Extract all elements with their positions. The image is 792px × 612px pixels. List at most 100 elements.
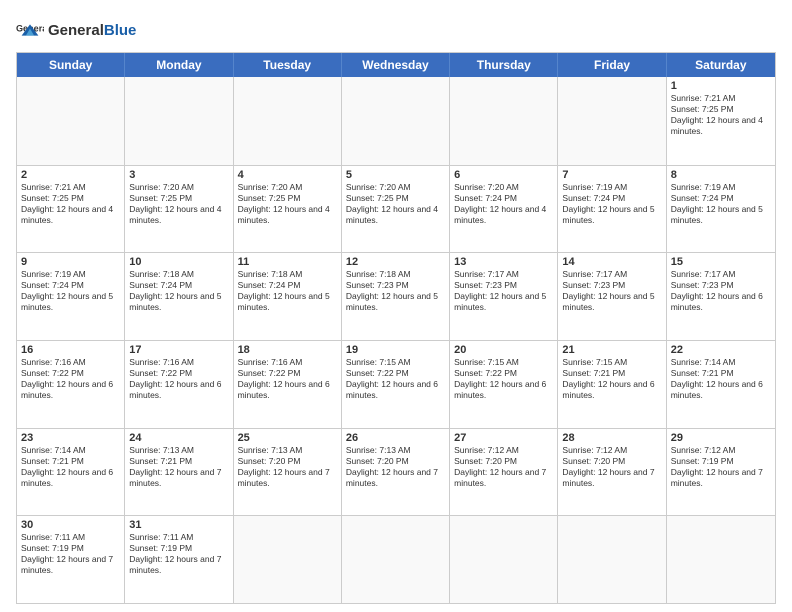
calendar-cell-8: 8Sunrise: 7:19 AM Sunset: 7:24 PM Daylig… [667, 166, 775, 253]
day-info: Sunrise: 7:16 AM Sunset: 7:22 PM Dayligh… [21, 357, 120, 401]
day-number: 6 [454, 169, 553, 181]
page: General GeneralBlue SundayMondayTuesdayW… [0, 0, 792, 612]
day-number: 15 [671, 256, 771, 268]
day-info: Sunrise: 7:12 AM Sunset: 7:20 PM Dayligh… [454, 445, 553, 489]
day-info: Sunrise: 7:11 AM Sunset: 7:19 PM Dayligh… [21, 532, 120, 576]
calendar-header: SundayMondayTuesdayWednesdayThursdayFrid… [17, 53, 775, 77]
day-info: Sunrise: 7:15 AM Sunset: 7:21 PM Dayligh… [562, 357, 661, 401]
calendar-cell-4: 4Sunrise: 7:20 AM Sunset: 7:25 PM Daylig… [234, 166, 342, 253]
logo-icon: General [16, 16, 44, 44]
calendar-row-1: 1Sunrise: 7:21 AM Sunset: 7:25 PM Daylig… [17, 77, 775, 165]
day-number: 31 [129, 519, 228, 531]
calendar-cell-2: 2Sunrise: 7:21 AM Sunset: 7:25 PM Daylig… [17, 166, 125, 253]
day-info: Sunrise: 7:19 AM Sunset: 7:24 PM Dayligh… [562, 182, 661, 226]
day-info: Sunrise: 7:13 AM Sunset: 7:20 PM Dayligh… [346, 445, 445, 489]
day-info: Sunrise: 7:12 AM Sunset: 7:20 PM Dayligh… [562, 445, 661, 489]
day-number: 23 [21, 432, 120, 444]
day-number: 2 [21, 169, 120, 181]
day-info: Sunrise: 7:15 AM Sunset: 7:22 PM Dayligh… [346, 357, 445, 401]
day-info: Sunrise: 7:21 AM Sunset: 7:25 PM Dayligh… [671, 93, 771, 137]
logo: General GeneralBlue [16, 16, 136, 44]
day-number: 21 [562, 344, 661, 356]
day-info: Sunrise: 7:20 AM Sunset: 7:24 PM Dayligh… [454, 182, 553, 226]
day-number: 24 [129, 432, 228, 444]
day-info: Sunrise: 7:14 AM Sunset: 7:21 PM Dayligh… [671, 357, 771, 401]
calendar-cell-12: 12Sunrise: 7:18 AM Sunset: 7:23 PM Dayli… [342, 253, 450, 340]
day-info: Sunrise: 7:17 AM Sunset: 7:23 PM Dayligh… [562, 269, 661, 313]
day-number: 7 [562, 169, 661, 181]
calendar-cell-17: 17Sunrise: 7:16 AM Sunset: 7:22 PM Dayli… [125, 341, 233, 428]
day-info: Sunrise: 7:12 AM Sunset: 7:19 PM Dayligh… [671, 445, 771, 489]
calendar-cell-16: 16Sunrise: 7:16 AM Sunset: 7:22 PM Dayli… [17, 341, 125, 428]
calendar-cell-empty [342, 516, 450, 603]
calendar-cell-25: 25Sunrise: 7:13 AM Sunset: 7:20 PM Dayli… [234, 429, 342, 516]
calendar-cell-empty [17, 77, 125, 165]
day-info: Sunrise: 7:19 AM Sunset: 7:24 PM Dayligh… [21, 269, 120, 313]
calendar-cell-7: 7Sunrise: 7:19 AM Sunset: 7:24 PM Daylig… [558, 166, 666, 253]
calendar-cell-empty [234, 77, 342, 165]
day-number: 8 [671, 169, 771, 181]
day-number: 4 [238, 169, 337, 181]
calendar-cell-29: 29Sunrise: 7:12 AM Sunset: 7:19 PM Dayli… [667, 429, 775, 516]
calendar-cell-empty [450, 516, 558, 603]
calendar-cell-3: 3Sunrise: 7:20 AM Sunset: 7:25 PM Daylig… [125, 166, 233, 253]
day-number: 20 [454, 344, 553, 356]
day-number: 11 [238, 256, 337, 268]
day-number: 22 [671, 344, 771, 356]
day-number: 3 [129, 169, 228, 181]
day-number: 27 [454, 432, 553, 444]
calendar-cell-9: 9Sunrise: 7:19 AM Sunset: 7:24 PM Daylig… [17, 253, 125, 340]
calendar-cell-23: 23Sunrise: 7:14 AM Sunset: 7:21 PM Dayli… [17, 429, 125, 516]
day-info: Sunrise: 7:17 AM Sunset: 7:23 PM Dayligh… [671, 269, 771, 313]
calendar-cell-1: 1Sunrise: 7:21 AM Sunset: 7:25 PM Daylig… [667, 77, 775, 165]
calendar-cell-11: 11Sunrise: 7:18 AM Sunset: 7:24 PM Dayli… [234, 253, 342, 340]
day-number: 17 [129, 344, 228, 356]
day-info: Sunrise: 7:14 AM Sunset: 7:21 PM Dayligh… [21, 445, 120, 489]
day-number: 14 [562, 256, 661, 268]
day-number: 18 [238, 344, 337, 356]
day-number: 28 [562, 432, 661, 444]
day-number: 12 [346, 256, 445, 268]
day-info: Sunrise: 7:16 AM Sunset: 7:22 PM Dayligh… [238, 357, 337, 401]
calendar-cell-21: 21Sunrise: 7:15 AM Sunset: 7:21 PM Dayli… [558, 341, 666, 428]
day-number: 13 [454, 256, 553, 268]
day-number: 1 [671, 80, 771, 92]
logo-text: GeneralBlue [48, 22, 136, 39]
calendar-cell-26: 26Sunrise: 7:13 AM Sunset: 7:20 PM Dayli… [342, 429, 450, 516]
weekday-header-monday: Monday [125, 53, 233, 77]
weekday-header-tuesday: Tuesday [234, 53, 342, 77]
day-info: Sunrise: 7:11 AM Sunset: 7:19 PM Dayligh… [129, 532, 228, 576]
weekday-header-thursday: Thursday [450, 53, 558, 77]
calendar-row-2: 2Sunrise: 7:21 AM Sunset: 7:25 PM Daylig… [17, 165, 775, 253]
calendar-row-4: 16Sunrise: 7:16 AM Sunset: 7:22 PM Dayli… [17, 340, 775, 428]
calendar: SundayMondayTuesdayWednesdayThursdayFrid… [16, 52, 776, 604]
weekday-header-saturday: Saturday [667, 53, 775, 77]
calendar-cell-empty [125, 77, 233, 165]
calendar-cell-28: 28Sunrise: 7:12 AM Sunset: 7:20 PM Dayli… [558, 429, 666, 516]
calendar-cell-10: 10Sunrise: 7:18 AM Sunset: 7:24 PM Dayli… [125, 253, 233, 340]
day-info: Sunrise: 7:20 AM Sunset: 7:25 PM Dayligh… [129, 182, 228, 226]
day-number: 16 [21, 344, 120, 356]
calendar-cell-19: 19Sunrise: 7:15 AM Sunset: 7:22 PM Dayli… [342, 341, 450, 428]
calendar-row-6: 30Sunrise: 7:11 AM Sunset: 7:19 PM Dayli… [17, 515, 775, 603]
weekday-header-sunday: Sunday [17, 53, 125, 77]
day-number: 25 [238, 432, 337, 444]
weekday-header-friday: Friday [558, 53, 666, 77]
day-info: Sunrise: 7:16 AM Sunset: 7:22 PM Dayligh… [129, 357, 228, 401]
calendar-cell-empty [342, 77, 450, 165]
day-number: 19 [346, 344, 445, 356]
calendar-cell-6: 6Sunrise: 7:20 AM Sunset: 7:24 PM Daylig… [450, 166, 558, 253]
day-info: Sunrise: 7:13 AM Sunset: 7:20 PM Dayligh… [238, 445, 337, 489]
calendar-cell-20: 20Sunrise: 7:15 AM Sunset: 7:22 PM Dayli… [450, 341, 558, 428]
calendar-cell-empty [450, 77, 558, 165]
calendar-cell-18: 18Sunrise: 7:16 AM Sunset: 7:22 PM Dayli… [234, 341, 342, 428]
calendar-cell-empty [667, 516, 775, 603]
day-info: Sunrise: 7:18 AM Sunset: 7:24 PM Dayligh… [129, 269, 228, 313]
calendar-row-3: 9Sunrise: 7:19 AM Sunset: 7:24 PM Daylig… [17, 252, 775, 340]
day-info: Sunrise: 7:20 AM Sunset: 7:25 PM Dayligh… [346, 182, 445, 226]
calendar-row-5: 23Sunrise: 7:14 AM Sunset: 7:21 PM Dayli… [17, 428, 775, 516]
day-number: 26 [346, 432, 445, 444]
calendar-cell-empty [234, 516, 342, 603]
calendar-cell-24: 24Sunrise: 7:13 AM Sunset: 7:21 PM Dayli… [125, 429, 233, 516]
day-number: 30 [21, 519, 120, 531]
